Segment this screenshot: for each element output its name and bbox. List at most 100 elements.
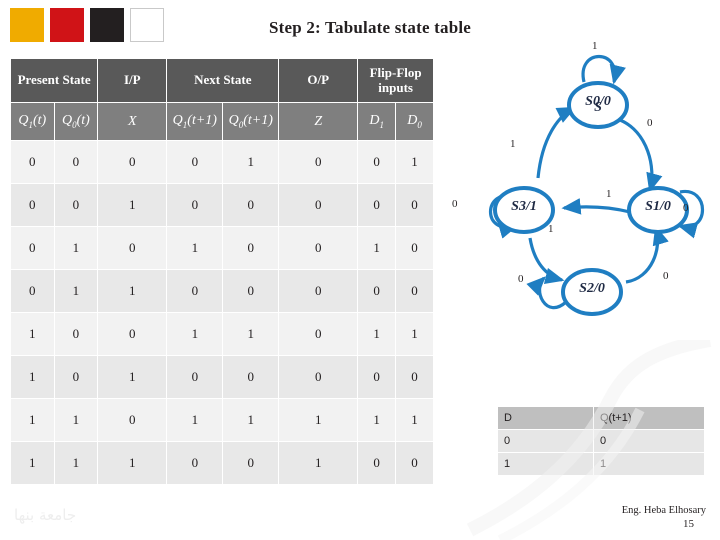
cell: 1 bbox=[97, 183, 168, 227]
table-row: 0 1 1 0 0 0 0 0 bbox=[10, 269, 434, 313]
chip-yellow bbox=[10, 8, 44, 42]
node-s2-label: S2/0 bbox=[579, 281, 605, 296]
header-input: I/P bbox=[97, 58, 168, 103]
cell: 1 bbox=[166, 312, 224, 356]
cell: 1 bbox=[222, 398, 280, 442]
cell: 1 bbox=[97, 269, 168, 313]
table-row: 1 1 0 1 1 1 1 1 bbox=[10, 398, 434, 442]
table-row: 0 1 0 1 0 0 1 0 bbox=[10, 226, 434, 270]
subheader-x: X bbox=[97, 102, 168, 141]
cell: 1 bbox=[278, 441, 359, 485]
cell: 0 bbox=[97, 312, 168, 356]
cell: 1 bbox=[53, 226, 99, 270]
cell: 1 bbox=[357, 226, 397, 270]
cell: 0 bbox=[166, 355, 224, 399]
cell: 0 bbox=[222, 269, 280, 313]
cell: 1 bbox=[395, 398, 434, 442]
header-present-state: Present State bbox=[9, 58, 99, 103]
cell: 0 bbox=[278, 269, 359, 313]
cell: 1 bbox=[222, 140, 280, 184]
chip-black bbox=[90, 8, 124, 42]
cell: 0 bbox=[222, 183, 280, 227]
cell: 1 bbox=[53, 398, 99, 442]
table-row: 1 0 1 0 0 0 0 0 bbox=[10, 355, 434, 399]
cell: 1 bbox=[278, 398, 359, 442]
cell: 0 bbox=[278, 183, 359, 227]
cell: 0 bbox=[10, 226, 55, 270]
cell: 1 bbox=[53, 269, 99, 313]
cell: 0 bbox=[278, 312, 359, 356]
cell: 1 bbox=[97, 441, 168, 485]
cell: 0 bbox=[97, 398, 168, 442]
cell: 0 bbox=[395, 269, 434, 313]
cell: 0 bbox=[166, 140, 224, 184]
cell: 0 bbox=[166, 183, 224, 227]
page-number: 15 bbox=[683, 518, 694, 530]
subheader-q1t1: Q1(t+1) bbox=[166, 102, 224, 141]
cell: 1 bbox=[357, 312, 397, 356]
cell: 0 bbox=[10, 269, 55, 313]
subheader-q0t1: Q0(t+1) bbox=[222, 102, 280, 141]
table-subheader-row: Q1(t) Q0(t) X Q1(t+1) Q0(t+1) Z D1 D0 bbox=[10, 102, 434, 141]
cell: 0 bbox=[222, 441, 280, 485]
node-s3-label: S3/1 bbox=[511, 199, 537, 214]
cell: 0 bbox=[97, 140, 168, 184]
edge-label: 0 bbox=[518, 273, 524, 285]
cell: 1 bbox=[10, 312, 55, 356]
edge-label: 0 bbox=[452, 198, 458, 210]
edge-label: 1 bbox=[606, 188, 612, 200]
table-row: 0 0 0 0 1 0 0 1 bbox=[10, 140, 434, 184]
cell: 0 bbox=[278, 140, 359, 184]
cell: 0 bbox=[53, 355, 99, 399]
subheader-z: Z bbox=[278, 102, 359, 141]
cell: 0 bbox=[357, 355, 397, 399]
cell: 0 bbox=[53, 312, 99, 356]
cell: 0 bbox=[166, 269, 224, 313]
cell: 1 bbox=[10, 398, 55, 442]
cell: 0 bbox=[222, 355, 280, 399]
cell: 0 bbox=[10, 140, 55, 184]
state-diagram: S S0/0 S1/0 S2/0 S3/1 1 0 1 0 1 1 0 0 0 bbox=[434, 20, 720, 320]
cell: 1 bbox=[53, 441, 99, 485]
cell: 0 bbox=[357, 269, 397, 313]
cell: 0 bbox=[278, 355, 359, 399]
brand-color-chips bbox=[10, 8, 164, 42]
table-row: 1 1 1 0 0 1 0 0 bbox=[10, 441, 434, 485]
edge-label: 0 bbox=[663, 270, 669, 282]
cell: 0 bbox=[278, 226, 359, 270]
table-row: 0 0 1 0 0 0 0 0 bbox=[10, 183, 434, 227]
subheader-q0t: Q0(t) bbox=[53, 102, 99, 141]
footer-author: Eng. Heba Elhosary bbox=[621, 505, 706, 516]
subheader-d1: D1 bbox=[357, 102, 397, 141]
cell: 1 bbox=[222, 312, 280, 356]
table-header-row: Present State I/P Next State O/P Flip-Fl… bbox=[9, 58, 434, 103]
cell: 1 bbox=[10, 441, 55, 485]
node-s1-label: S1/0 bbox=[645, 199, 671, 214]
table-row: 1 0 0 1 1 0 1 1 bbox=[10, 312, 434, 356]
cell: 1 bbox=[166, 226, 224, 270]
cell: 0 bbox=[395, 355, 434, 399]
edge-label: 1 bbox=[548, 223, 554, 235]
subheader-q1t: Q1(t) bbox=[10, 102, 55, 141]
chip-outline bbox=[130, 8, 164, 42]
cell: 1 bbox=[395, 312, 434, 356]
cell: 0 bbox=[395, 441, 434, 485]
state-table: Present State I/P Next State O/P Flip-Fl… bbox=[9, 58, 434, 485]
cell: 1 bbox=[97, 355, 168, 399]
watermark-text: جامعة بنها bbox=[14, 506, 77, 524]
header-next-state: Next State bbox=[166, 58, 280, 103]
chip-red bbox=[50, 8, 84, 42]
edge-label: 1 bbox=[510, 138, 516, 150]
edge-label: 1 bbox=[592, 40, 598, 52]
edge-label: 0 bbox=[683, 202, 689, 214]
cell: 0 bbox=[166, 441, 224, 485]
cell: 0 bbox=[10, 183, 55, 227]
edge-label: 0 bbox=[647, 117, 653, 129]
cell: 0 bbox=[97, 226, 168, 270]
header-output: O/P bbox=[278, 58, 359, 103]
cell: 1 bbox=[395, 140, 434, 184]
node-s0-label: S0/0 bbox=[585, 94, 611, 109]
cell: 0 bbox=[222, 226, 280, 270]
cell: 0 bbox=[357, 183, 397, 227]
cell: 1 bbox=[10, 355, 55, 399]
